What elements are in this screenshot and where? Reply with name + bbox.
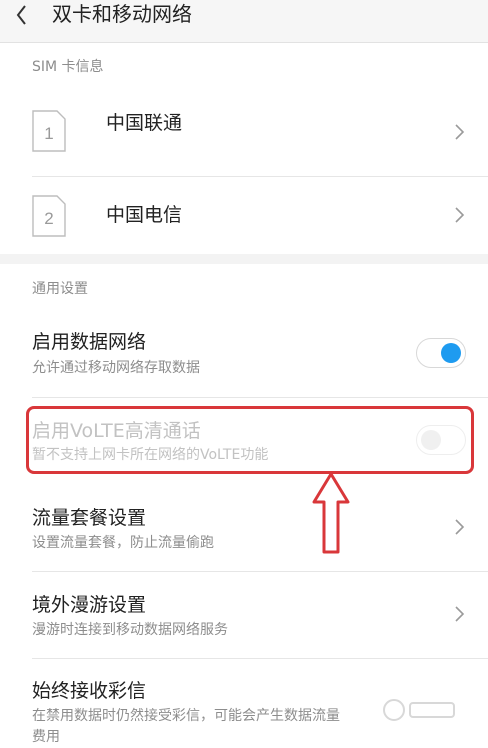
sim-carrier-name: 中国电信 bbox=[106, 204, 183, 226]
section-label-general: 通用设置 bbox=[32, 281, 88, 297]
section-gap bbox=[0, 254, 488, 264]
section-label-sim: SIM 卡信息 bbox=[32, 59, 104, 75]
chevron-right-icon bbox=[455, 207, 465, 223]
sim-card-item-1[interactable]: 1 中国联通 bbox=[0, 88, 488, 174]
divider bbox=[32, 658, 488, 659]
chevron-right-icon bbox=[455, 606, 465, 622]
divider bbox=[32, 397, 488, 398]
sim-slot-number: 2 bbox=[44, 209, 53, 228]
sim-card-item-2[interactable]: 2 中国电信 bbox=[0, 177, 488, 263]
setting-description: 漫游时连接到移动数据网络服务 bbox=[32, 622, 228, 638]
chevron-right-icon bbox=[455, 519, 465, 535]
divider bbox=[32, 571, 488, 572]
setting-title: 始终接收彩信 bbox=[32, 680, 147, 702]
mobile-data-toggle[interactable] bbox=[416, 338, 466, 368]
sim-card-icon: 1 bbox=[32, 110, 66, 152]
highlight-box bbox=[26, 406, 474, 474]
up-arrow-icon bbox=[312, 472, 350, 554]
toggle-knob bbox=[441, 343, 461, 363]
setting-title: 流量套餐设置 bbox=[32, 507, 147, 529]
sim-slot-number: 1 bbox=[44, 124, 53, 143]
page-title: 双卡和移动网络 bbox=[52, 2, 192, 26]
setting-title: 启用数据网络 bbox=[32, 331, 147, 353]
setting-title: 境外漫游设置 bbox=[32, 594, 147, 616]
setting-description-continued: 费用 bbox=[32, 729, 60, 745]
setting-description: 设置流量套餐，防止流量偷跑 bbox=[32, 535, 214, 551]
setting-description: 允许通过移动网络存取数据 bbox=[32, 360, 200, 376]
top-bar: 双卡和移动网络 bbox=[0, 0, 488, 43]
watermark-logo bbox=[383, 699, 455, 721]
setting-description: 在禁用数据时仍然接受彩信，可能会产生数据流量 bbox=[32, 708, 340, 724]
chevron-left-icon[interactable] bbox=[10, 2, 34, 28]
sim-card-icon: 2 bbox=[32, 195, 66, 237]
chevron-right-icon bbox=[455, 124, 465, 140]
sim-carrier-name: 中国联通 bbox=[106, 112, 183, 134]
